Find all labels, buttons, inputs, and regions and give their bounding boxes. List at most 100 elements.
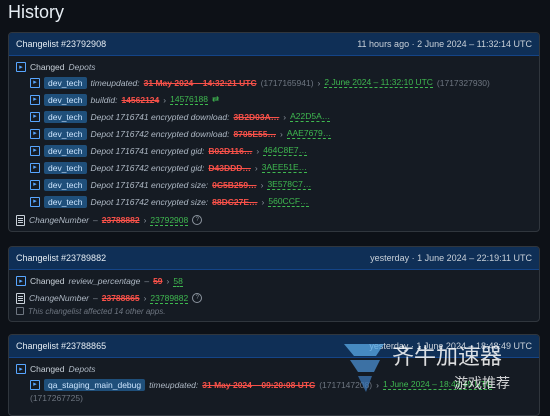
change-key: Depot 1716742 encrypted gid: — [90, 162, 205, 173]
change-row: ▸ dev_tech Depot 1716741 encrypted downl… — [30, 108, 532, 125]
arrow-icon: › — [163, 94, 167, 105]
row-icon: ▸ — [30, 128, 40, 139]
branch-tag[interactable]: dev_tech — [44, 161, 87, 174]
arrow-icon: › — [260, 179, 264, 190]
change-number-label: ChangeNumber — [29, 293, 90, 303]
help-icon[interactable]: ? — [192, 293, 203, 303]
copy-icon — [16, 307, 24, 315]
new-change-number[interactable]: 23792908 — [150, 215, 189, 226]
old-value: 31 May 2024 – 14:32:21 UTC — [143, 77, 257, 88]
change-key: review_percentage — [68, 276, 141, 286]
branch-tag[interactable]: qa_staging_main_debug — [44, 378, 146, 391]
old-value: 8705E55… — [233, 128, 276, 139]
arrow-icon: › — [256, 145, 260, 156]
changelist-title[interactable]: Changelist #23789882 — [16, 253, 106, 263]
change-key: timeupdated: — [149, 379, 199, 390]
arrow-icon: › — [283, 111, 287, 122]
changelist-card: Changelist #23792908 11 hours ago · 2 Ju… — [8, 32, 540, 232]
row-icon: ▸ — [30, 94, 40, 105]
change-row: ▸ dev_tech Depot 1716742 encrypted size:… — [30, 193, 532, 210]
new-value[interactable]: 3AEE51E… — [261, 162, 308, 173]
branch-tag[interactable]: dev_tech — [44, 76, 87, 89]
change-row: ▸ qa_staging_main_debug timeupdated: 31 … — [30, 376, 532, 393]
new-value[interactable]: AAE7679… — [286, 128, 332, 139]
row-icon: ▸ — [30, 145, 40, 156]
change-key: Depot 1716741 encrypted download: — [90, 111, 230, 122]
new-extra: (1717327930) — [436, 77, 490, 88]
card-header: Changelist #23789882 yesterday · 1 June … — [9, 247, 539, 270]
changelist-time: yesterday · 1 June 2024 – 22:19:11 UTC — [370, 253, 532, 263]
new-change-number[interactable]: 23789882 — [150, 293, 189, 304]
row-icon: ▸ — [30, 196, 40, 207]
change-row: ▸ dev_tech timeupdated: 31 May 2024 – 14… — [30, 74, 532, 91]
changelist-time: 11 hours ago · 2 June 2024 – 11:32:14 UT… — [357, 39, 532, 49]
branch-tag[interactable]: dev_tech — [44, 110, 87, 123]
changelist-title[interactable]: Changelist #23788865 — [16, 341, 106, 351]
affected-note: This changelist affected 14 other apps. — [16, 305, 532, 317]
change-key: buildid: — [90, 94, 118, 105]
changelist-card: Changelist #23788865 yesterday · 1 June … — [8, 334, 540, 416]
section-prefix: Changed — [30, 62, 65, 72]
change-number-label: ChangeNumber — [29, 215, 90, 225]
arrow-icon: › — [166, 276, 170, 286]
change-row: ▸ dev_tech Depot 1716742 encrypted gid: … — [30, 159, 532, 176]
card-header: Changelist #23792908 11 hours ago · 2 Ju… — [9, 33, 539, 56]
branch-tag[interactable]: dev_tech — [44, 93, 87, 106]
section-name: Depots — [68, 62, 96, 72]
old-value: 0C5B259… — [212, 179, 257, 190]
new-value[interactable]: 464C8E7… — [263, 145, 308, 156]
arrow-icon: › — [280, 128, 283, 139]
changelist-card: Changelist #23789882 yesterday · 1 June … — [8, 246, 540, 322]
change-key: Depot 1716742 encrypted download: — [90, 128, 230, 139]
change-key: Depot 1716741 encrypted size: — [90, 179, 209, 190]
branch-tag[interactable]: dev_tech — [44, 195, 87, 208]
new-value[interactable]: 3E578C7… — [267, 179, 312, 190]
old-value: 31 May 2024 – 09:20:08 UTC — [202, 379, 316, 390]
new-value: 14576188 — [170, 94, 208, 105]
arrow-icon: › — [143, 293, 147, 303]
old-change-number: 23788882 — [101, 215, 140, 225]
old-change-number: 23788865 — [101, 293, 140, 303]
change-row: ▸ dev_tech Depot 1716742 encrypted downl… — [30, 125, 532, 142]
changelist-time: yesterday · 1 June 2024 – 18:48:49 UTC — [369, 341, 532, 351]
change-number-row: ChangeNumber – 23788865 › 23789882 ? — [16, 291, 532, 305]
help-icon[interactable]: ? — [192, 215, 203, 225]
change-row: ▸ dev_tech buildid: 14562124 › 14576188 … — [30, 91, 532, 108]
new-value: 1 June 2024 – 18:48:45 UTC — [382, 379, 493, 390]
old-value: B02D116… — [208, 145, 253, 156]
diff-icon[interactable]: ⇄ — [212, 94, 219, 105]
expand-icon[interactable]: ▸ — [16, 364, 26, 374]
row-icon: ▸ — [30, 162, 40, 173]
page-title: History — [8, 2, 65, 22]
row-icon: ▸ — [30, 179, 40, 190]
new-value[interactable]: 560CCF… — [268, 196, 309, 207]
arrow-icon: › — [143, 215, 147, 225]
change-key: timeupdated: — [90, 77, 140, 88]
new-value: 58 — [173, 275, 183, 287]
row-icon: ▸ — [30, 77, 40, 88]
branch-tag[interactable]: dev_tech — [44, 178, 87, 191]
change-number-row: ChangeNumber – 23788882 › 23792908 ? — [16, 213, 532, 227]
section-prefix: Changed — [30, 364, 65, 374]
section-title: ▸ Changed Depots — [16, 362, 532, 376]
new-value[interactable]: A22D5A… — [290, 111, 331, 122]
old-extra: (1717165941) — [260, 77, 314, 88]
old-value: 88DC27E… — [212, 196, 258, 207]
arrow-icon: › — [261, 196, 265, 207]
change-row: ▸ dev_tech Depot 1716741 encrypted size:… — [30, 176, 532, 193]
changelist-title[interactable]: Changelist #23792908 — [16, 39, 106, 49]
change-key: Depot 1716742 encrypted size: — [90, 196, 209, 207]
new-value: 2 June 2024 – 11:32:10 UTC — [324, 77, 433, 88]
affected-note-text: This changelist affected 14 other apps. — [28, 306, 166, 316]
expand-icon[interactable]: ▸ — [16, 276, 26, 286]
arrow-icon: › — [317, 77, 321, 88]
document-icon — [16, 214, 25, 226]
changed-row: ▸ Changed review_percentage – 59 › 58 — [16, 274, 532, 288]
arrow-icon: › — [376, 379, 379, 390]
branch-tag[interactable]: dev_tech — [44, 127, 87, 140]
old-extra: (1717147208) — [319, 379, 373, 390]
arrow-icon: › — [254, 162, 258, 173]
section-title: ▸ Changed Depots — [16, 60, 532, 74]
branch-tag[interactable]: dev_tech — [44, 144, 87, 157]
expand-icon[interactable]: ▸ — [16, 62, 26, 72]
